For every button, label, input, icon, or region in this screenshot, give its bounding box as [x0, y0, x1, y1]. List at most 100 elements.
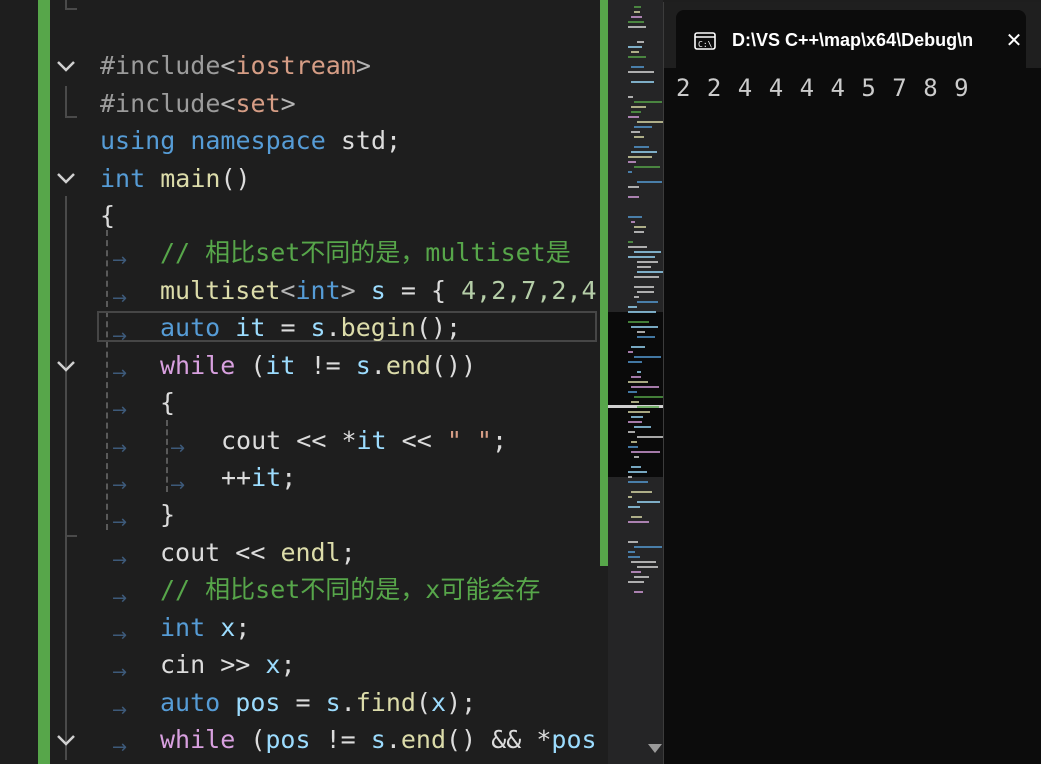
token: end — [400, 725, 447, 754]
minimap-code-line — [637, 291, 654, 293]
token: ()) — [430, 351, 477, 380]
minimap-code-line — [637, 501, 660, 503]
minimap-code-line — [628, 446, 638, 448]
token: * — [536, 725, 552, 754]
code-line-19[interactable]: while (pos != s.end() && *pos — [160, 721, 597, 758]
fold-chevron-icon[interactable] — [54, 54, 78, 78]
change-tracking-bar — [600, 0, 608, 566]
code-line-4[interactable]: int main() — [100, 160, 251, 197]
console-tab[interactable]: C:\ D:\VS C++\map\x64\Debug\n ✕ — [676, 10, 1026, 68]
minimap-code-line — [628, 391, 637, 393]
code-line-8[interactable]: auto it = s.begin(); — [160, 309, 461, 346]
code-line-12[interactable]: ++it; — [221, 459, 296, 496]
minimap-code-line — [628, 26, 646, 28]
minimap-code-line — [631, 221, 635, 223]
minimap-code-line — [634, 251, 661, 253]
minimap-code-line — [631, 376, 641, 378]
code-line-6[interactable]: // 相比set不同的是，multiset是 — [160, 234, 571, 271]
token: begin — [340, 313, 416, 342]
token: it — [265, 351, 296, 380]
token: pos — [235, 688, 281, 717]
indent-guide — [65, 196, 67, 760]
token: (); — [415, 313, 462, 342]
change-tracking-bar — [38, 0, 50, 764]
code-line-1[interactable]: #include<iostream> — [100, 47, 371, 84]
code-comment: // 相比set不同的是，multiset是 — [160, 238, 571, 267]
token: << — [220, 538, 281, 567]
minimap-code-line — [634, 11, 640, 13]
token: ; — [281, 463, 297, 492]
minimap-code-line — [628, 216, 642, 218]
console-titlebar[interactable]: C:\ D:\VS C++\map\x64\Debug\n ✕ — [664, 2, 1041, 68]
token: = { — [385, 276, 462, 305]
token: int — [295, 276, 341, 305]
minimap-code-line — [637, 181, 662, 183]
code-line-10[interactable]: { — [160, 384, 175, 421]
minimap-code-line — [637, 266, 651, 268]
token: x — [431, 688, 447, 717]
tab-marker-icon: → — [112, 662, 128, 683]
code-line-18[interactable]: auto pos = s.find(x); — [160, 684, 476, 721]
token: end — [385, 351, 431, 380]
minimap-code-line — [628, 361, 642, 363]
token: auto — [160, 688, 221, 717]
token: ++ — [221, 463, 252, 492]
token: < — [280, 276, 296, 305]
fold-chevron-icon[interactable] — [54, 354, 78, 378]
minimap-code-line — [628, 56, 646, 58]
minimap-code-line — [631, 466, 641, 468]
code-line-13[interactable]: } — [160, 496, 175, 533]
minimap-code-line — [628, 171, 632, 173]
minimap-code-line — [628, 411, 650, 413]
code-minimap[interactable] — [608, 0, 663, 764]
token: s — [370, 276, 386, 305]
fold-chevron-icon[interactable] — [54, 166, 78, 190]
code-line-14[interactable]: cout << endl; — [160, 534, 356, 571]
minimap-code-line — [628, 241, 633, 243]
token: " " — [446, 426, 492, 455]
token: it — [235, 313, 266, 342]
code-line-11[interactable]: cout << *it << " "; — [221, 422, 507, 459]
svg-text:C:\: C:\ — [698, 40, 713, 49]
minimap-code-line — [628, 471, 647, 473]
code-line-7[interactable]: multiset<int> s = { 4,2,7,2,4 — [160, 272, 597, 309]
tab-marker-icon: → — [112, 250, 128, 271]
fold-chevron-icon[interactable] — [54, 728, 78, 752]
token: ; — [340, 538, 356, 567]
minimap-code-line — [634, 356, 661, 358]
code-line-9[interactable]: while (it != s.end()) — [160, 347, 476, 384]
console-window[interactable]: C:\ D:\VS C++\map\x64\Debug\n ✕ 2 2 4 4 … — [663, 2, 1041, 764]
token: s — [355, 351, 371, 380]
minimap-code-line — [637, 331, 645, 333]
minimap-code-line — [628, 496, 632, 498]
minimap-code-line — [634, 166, 660, 168]
code-line-2[interactable]: #include<set> — [100, 85, 296, 122]
code-line-3[interactable]: using namespace std; — [100, 122, 401, 159]
minimap-code-line — [634, 576, 649, 578]
indent-guide — [106, 230, 108, 530]
minimap-code-line — [634, 231, 644, 233]
code-line-16[interactable]: int x; — [160, 609, 250, 646]
minimap-code-line — [631, 326, 658, 328]
code-line-17[interactable]: cin >> x; — [160, 646, 296, 683]
scroll-down-icon[interactable] — [648, 744, 662, 753]
minimap-code-line — [631, 131, 640, 133]
code-editor[interactable]: → → → → → → → → → → → → → → → → #include… — [0, 0, 600, 764]
tab-marker-icon: → — [112, 512, 128, 533]
indent-guide — [65, 86, 67, 118]
token: it — [356, 426, 387, 455]
minimap-code-line — [631, 16, 642, 18]
code-line-5[interactable]: { — [100, 197, 115, 234]
tab-marker-icon: → — [112, 288, 128, 309]
token: endl — [280, 538, 341, 567]
token: #include — [100, 51, 221, 80]
minimap-code-line — [634, 396, 663, 398]
minimap-code-line — [628, 186, 639, 188]
minimap-code-line — [631, 401, 639, 403]
close-icon[interactable]: ✕ — [1002, 28, 1026, 52]
minimap-code-line — [631, 561, 656, 563]
code-line-15[interactable]: // 相比set不同的是，x可能会存 — [160, 571, 540, 608]
minimap-code-line — [628, 421, 642, 423]
token: using — [100, 126, 176, 155]
token: > — [280, 89, 296, 118]
